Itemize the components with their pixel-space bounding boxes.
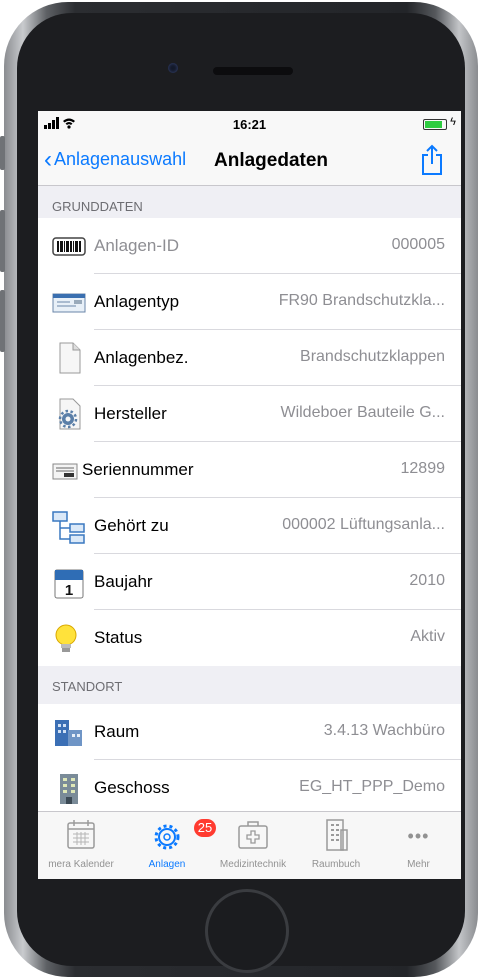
- row-anlagen-id[interactable]: Anlagen-ID 000005: [38, 218, 461, 274]
- field-label: Gehört zu: [94, 516, 169, 535]
- field-label: Hersteller: [94, 404, 167, 423]
- row-hersteller[interactable]: Hersteller Wildeboer Bauteile G...: [38, 386, 461, 442]
- field-label: Status: [94, 628, 143, 647]
- grunddaten-list: Anlagen-ID 000005 Anlagentyp FR90 Brands…: [38, 218, 461, 666]
- row-status[interactable]: Status Aktiv: [38, 610, 461, 666]
- clock: 16:21: [232, 117, 267, 132]
- field-label: Geschoss: [94, 778, 170, 797]
- tab-mehr[interactable]: ••• Mehr: [376, 812, 461, 879]
- more-icon: •••: [407, 826, 430, 846]
- volume-up-button: [0, 210, 5, 272]
- screen: 16:21 ϟ ‹ Anlagenauswahl Anlagedaten GRU…: [38, 111, 461, 879]
- navigation-bar: ‹ Anlagenauswahl Anlagedaten: [38, 137, 461, 186]
- field-value: Aktiv: [410, 628, 445, 645]
- tab-label: Mehr: [407, 859, 430, 870]
- section-header-standort: STANDORT: [38, 666, 461, 698]
- field-value: Brandschutzklappen: [300, 348, 445, 365]
- field-value: Wildeboer Bauteile G...: [280, 404, 445, 421]
- front-camera: [168, 63, 178, 73]
- volume-down-button: [0, 290, 5, 352]
- row-raum[interactable]: Raum 3.4.13 Wachbüro: [38, 704, 461, 760]
- field-value: FR90 Brandschutzkla...: [278, 292, 445, 309]
- mute-switch: [0, 136, 5, 170]
- earpiece-speaker: [213, 67, 293, 75]
- field-value: 12899: [400, 460, 446, 477]
- tab-raumbuch[interactable]: Raumbuch: [296, 812, 376, 879]
- row-baujahr[interactable]: 1 Baujahr 2010: [38, 554, 461, 610]
- row-gehoert-zu[interactable]: Gehört zu 000002 Lüftungsanla...: [38, 498, 461, 554]
- section-title: STANDORT: [52, 679, 123, 694]
- tab-anlagen[interactable]: 25 Anlagen: [124, 812, 216, 879]
- back-button[interactable]: ‹ Anlagenauswahl: [44, 145, 187, 173]
- battery-icon: [423, 119, 447, 130]
- field-value: 3.4.13 Wachbüro: [323, 722, 445, 739]
- field-label: Seriennummer: [82, 460, 194, 479]
- calendar-icon: 1: [52, 566, 86, 599]
- section-title: GRUNDDATEN: [52, 199, 143, 214]
- field-value: 000002 Lüftungsanla...: [282, 516, 445, 533]
- row-anlagentyp[interactable]: Anlagentyp FR90 Brandschutzkla...: [38, 274, 461, 330]
- row-geschoss[interactable]: Geschoss EG_HT_PPP_Demo: [38, 760, 461, 816]
- hierarchy-icon: [52, 510, 86, 544]
- field-value: 2010: [409, 572, 445, 589]
- charging-icon: ϟ: [450, 116, 456, 128]
- building-icon: [52, 716, 86, 748]
- share-icon: [422, 144, 442, 175]
- tab-label: Anlagen: [148, 859, 186, 870]
- section-header-grunddaten: GRUNDDATEN: [38, 186, 461, 218]
- svg-text:1: 1: [65, 582, 73, 599]
- back-label: Anlagenauswahl: [54, 149, 187, 169]
- chevron-left-icon: ‹: [44, 145, 52, 173]
- field-label: Anlagen-ID: [94, 236, 180, 255]
- home-button[interactable]: [205, 889, 289, 973]
- document-icon: [52, 342, 86, 374]
- gear-document-icon: [52, 398, 86, 430]
- field-label: Anlagenbez.: [94, 348, 189, 367]
- gears-tab-icon: [150, 818, 184, 855]
- serial-card-icon: [52, 454, 78, 486]
- row-seriennummer[interactable]: Seriennummer 12899: [38, 442, 461, 498]
- field-label: Anlagentyp: [94, 292, 180, 311]
- field-value: 000005: [391, 236, 445, 253]
- tab-medizintechnik[interactable]: Medizintechnik: [210, 812, 296, 879]
- row-anlagenbez[interactable]: Anlagenbez. Brandschutzklappen: [38, 330, 461, 386]
- lightbulb-icon: [52, 622, 86, 654]
- tab-label: Raumbuch: [311, 859, 361, 870]
- field-label: Raum: [94, 722, 140, 741]
- office-tower-icon: [52, 772, 86, 804]
- barcode-icon: [52, 230, 86, 262]
- page-title: Anlagedaten: [214, 150, 329, 171]
- status-bar: 16:21 ϟ: [38, 111, 461, 137]
- calendar-tab-icon: [66, 818, 96, 853]
- share-button[interactable]: [417, 143, 447, 177]
- building-tab-icon: [321, 818, 351, 855]
- field-value: EG_HT_PPP_Demo: [299, 778, 445, 795]
- medical-case-icon: [236, 818, 270, 853]
- tab-label: Medizintechnik: [219, 859, 287, 870]
- standort-list: Raum 3.4.13 Wachbüro Geschoss EG_HT_PPP_…: [38, 704, 461, 816]
- field-label: Baujahr: [94, 572, 153, 591]
- tab-label: mera Kalender: [48, 859, 114, 870]
- tab-bar: mera Kalender 25 Anlagen Medizintechnik …: [38, 811, 461, 879]
- window-icon: [52, 286, 86, 318]
- tab-kalender[interactable]: mera Kalender: [38, 812, 124, 879]
